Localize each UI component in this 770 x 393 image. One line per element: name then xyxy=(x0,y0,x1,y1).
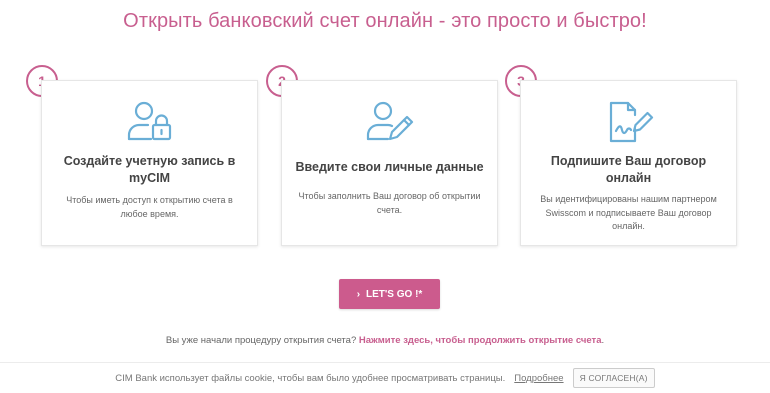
resume-application-line: Вы уже начали процедуру открытия счета? … xyxy=(0,335,770,346)
resume-prompt: Вы уже начали процедуру открытия счета? xyxy=(165,335,359,346)
step-title: Введите свои личные данные xyxy=(295,160,484,174)
resume-application-link[interactable]: Нажмите здесь, чтобы продолжить открытие… xyxy=(359,335,602,346)
step-card-create-account: Создайте учетную запись в myCIM Чтобы им… xyxy=(41,80,258,246)
page-headline: Открыть банковский счет онлайн - это про… xyxy=(123,10,647,32)
cookie-more-link[interactable]: Подробнее xyxy=(514,373,563,384)
step-description: Чтобы заполнить Ваш договор об открытии … xyxy=(298,191,481,215)
step-title: Подпишите Ваш договор онлайн xyxy=(550,154,707,185)
step-description: Чтобы иметь доступ к открытию счета в лю… xyxy=(66,195,233,219)
step-description: Вы идентифицированы нашим партнером Swis… xyxy=(540,194,717,231)
step-card-personal-data: Введите свои личные данные Чтобы заполни… xyxy=(281,80,498,246)
chevron-right-icon: › xyxy=(356,288,361,300)
lets-go-label: LET'S GO !* xyxy=(366,288,423,300)
cookie-accept-button[interactable]: Я СОГЛАСЕН(А) xyxy=(572,368,655,388)
document-sign-icon xyxy=(609,101,653,143)
user-edit-icon xyxy=(366,101,413,141)
cookie-text: CIM Bank использует файлы cookie, чтобы … xyxy=(115,372,506,384)
lets-go-button[interactable]: › LET'S GO !* xyxy=(339,279,440,309)
step-title: Создайте учетную запись в myCIM xyxy=(63,154,236,185)
user-lock-icon xyxy=(127,101,171,141)
step-card-sign-contract: Подпишите Ваш договор онлайн Вы идентифи… xyxy=(520,80,737,246)
cookie-banner: CIM Bank использует файлы cookie, чтобы … xyxy=(0,362,770,393)
resume-suffix: . xyxy=(601,335,605,346)
